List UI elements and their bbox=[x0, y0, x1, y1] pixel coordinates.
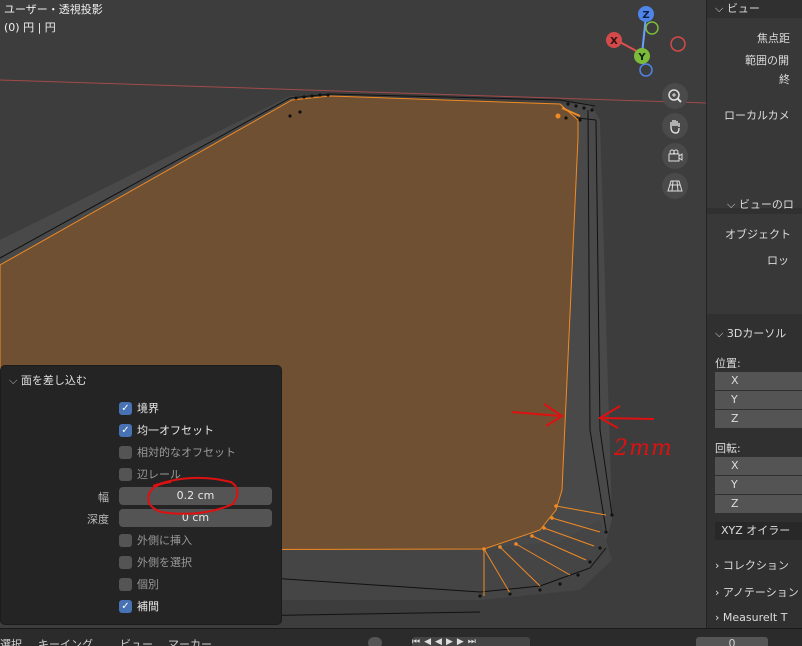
checkbox-label: 外側に挿入 bbox=[137, 534, 192, 547]
chevron-down-icon: ⌵ bbox=[727, 198, 736, 211]
local-camera-label: ローカルカメ bbox=[724, 109, 790, 122]
gizmo-z-label: Z bbox=[642, 10, 649, 21]
rotation-label: 回転: bbox=[715, 442, 741, 455]
checkbox-unchecked-icon bbox=[119, 467, 132, 481]
rotation-mode-dropdown[interactable]: XYZ オイラー bbox=[715, 522, 802, 540]
view-mode-label: ユーザー・透視投影 bbox=[4, 3, 103, 16]
clip-end-label: 終 bbox=[779, 73, 790, 86]
hand-pan-icon[interactable] bbox=[662, 113, 688, 139]
annotation-circle bbox=[147, 476, 239, 515]
collection-section-header[interactable]: › コレクション bbox=[715, 557, 789, 573]
checkbox-unchecked-icon bbox=[119, 577, 132, 591]
clip-start-label: 範囲の開 bbox=[745, 54, 789, 67]
select-outer-checkbox[interactable]: 外側を選択 bbox=[119, 554, 192, 570]
section-title: 3Dカーソル bbox=[726, 327, 787, 340]
width-label: 幅 bbox=[98, 491, 109, 504]
chevron-right-icon: › bbox=[715, 586, 720, 599]
checkbox-unchecked-icon bbox=[119, 533, 132, 547]
cursor-location-y[interactable]: Y bbox=[715, 391, 802, 409]
chevron-down-icon: ⌵ bbox=[715, 327, 724, 340]
view-lock-header[interactable]: ⌵ ビューのロ bbox=[727, 196, 794, 212]
cursor-rotation-y[interactable]: Y bbox=[715, 476, 802, 494]
gizmo-y-label: Y bbox=[637, 52, 646, 63]
chevron-down-icon: ⌵ bbox=[715, 2, 724, 15]
even-offset-checkbox[interactable]: ✓ 均一オフセット bbox=[119, 422, 214, 438]
3d-cursor-header[interactable]: ⌵ 3Dカーソル bbox=[715, 325, 786, 341]
annotation-text: 2mm bbox=[614, 436, 673, 461]
section-title: ビューのロ bbox=[738, 198, 794, 211]
navigation-gizmo[interactable]: Z X Y bbox=[606, 4, 696, 80]
section-title: MeasureIt T bbox=[722, 611, 788, 624]
view-section-header[interactable]: ⌵ ビュー bbox=[715, 0, 760, 16]
chevron-right-icon: › bbox=[715, 611, 720, 624]
sidebar-panel[interactable]: ⌵ ビュー 焦点距 範囲の開 終 ローカルカメ ⌵ ビューのロ オブジェクト ロ… bbox=[706, 0, 802, 628]
cursor-rotation-z[interactable]: Z bbox=[715, 495, 802, 513]
checkbox-label: 個別 bbox=[137, 578, 159, 591]
checkbox-unchecked-icon bbox=[119, 555, 132, 569]
checkbox-label: 均一オフセット bbox=[137, 424, 214, 437]
lock-object-label: オブジェクト bbox=[725, 228, 791, 241]
3d-viewport[interactable]: ユーザー・透視投影 (0) 円 | 円 2mm Z X Y ⌵ 面を差し込む ✓… bbox=[0, 0, 706, 628]
inset-faces-panel[interactable]: ⌵ 面を差し込む ✓ 境界 ✓ 均一オフセット 相対的なオフセット 辺レール 幅… bbox=[0, 365, 282, 625]
cursor-location-x[interactable]: X bbox=[715, 372, 802, 390]
checkbox-label: 相対的なオフセット bbox=[137, 446, 236, 459]
section-title: ビュー bbox=[726, 2, 760, 15]
section-title: アノテーション bbox=[722, 586, 799, 599]
depth-label: 深度 bbox=[87, 513, 109, 526]
section-title: コレクション bbox=[722, 559, 789, 572]
panel-title: 面を差し込む bbox=[20, 374, 87, 387]
zoom-icon[interactable] bbox=[662, 83, 688, 109]
annotation-section-header[interactable]: › アノテーション bbox=[715, 584, 799, 600]
object-label: (0) 円 | 円 bbox=[4, 21, 56, 34]
grid-perspective-icon[interactable] bbox=[662, 173, 688, 199]
checkbox-unchecked-icon bbox=[119, 445, 132, 459]
individual-checkbox[interactable]: 個別 bbox=[119, 576, 159, 592]
focal-length-label: 焦点距 bbox=[757, 32, 790, 45]
location-label: 位置: bbox=[715, 357, 741, 370]
chevron-down-icon: ⌵ bbox=[9, 374, 18, 387]
outset-checkbox[interactable]: 外側に挿入 bbox=[119, 532, 192, 548]
camera-icon[interactable] bbox=[662, 143, 688, 169]
timeline-header[interactable]: 選択 キーイング ビュー マーカー ⏮◀◀▶▶⏭ 0 bbox=[0, 628, 802, 646]
interpolate-checkbox[interactable]: ✓ 補間 bbox=[119, 598, 159, 614]
panel-header[interactable]: ⌵ 面を差し込む bbox=[9, 372, 87, 388]
checkbox-checked-icon: ✓ bbox=[119, 599, 132, 613]
checkbox-checked-icon: ✓ bbox=[119, 401, 132, 415]
measureit-section-header[interactable]: › MeasureIt T bbox=[715, 611, 787, 624]
checkbox-checked-icon: ✓ bbox=[119, 423, 132, 437]
checkbox-label: 補間 bbox=[137, 600, 159, 613]
cursor-rotation-x[interactable]: X bbox=[715, 457, 802, 475]
gizmo-x-label: X bbox=[610, 36, 618, 47]
checkbox-label: 境界 bbox=[137, 402, 159, 415]
relative-offset-checkbox[interactable]: 相対的なオフセット bbox=[119, 444, 236, 460]
boundary-checkbox[interactable]: ✓ 境界 bbox=[119, 400, 159, 416]
checkbox-label: 外側を選択 bbox=[137, 556, 192, 569]
lock-label: ロッ bbox=[767, 254, 789, 267]
cursor-location-z[interactable]: Z bbox=[715, 410, 802, 428]
chevron-right-icon: › bbox=[715, 559, 720, 572]
